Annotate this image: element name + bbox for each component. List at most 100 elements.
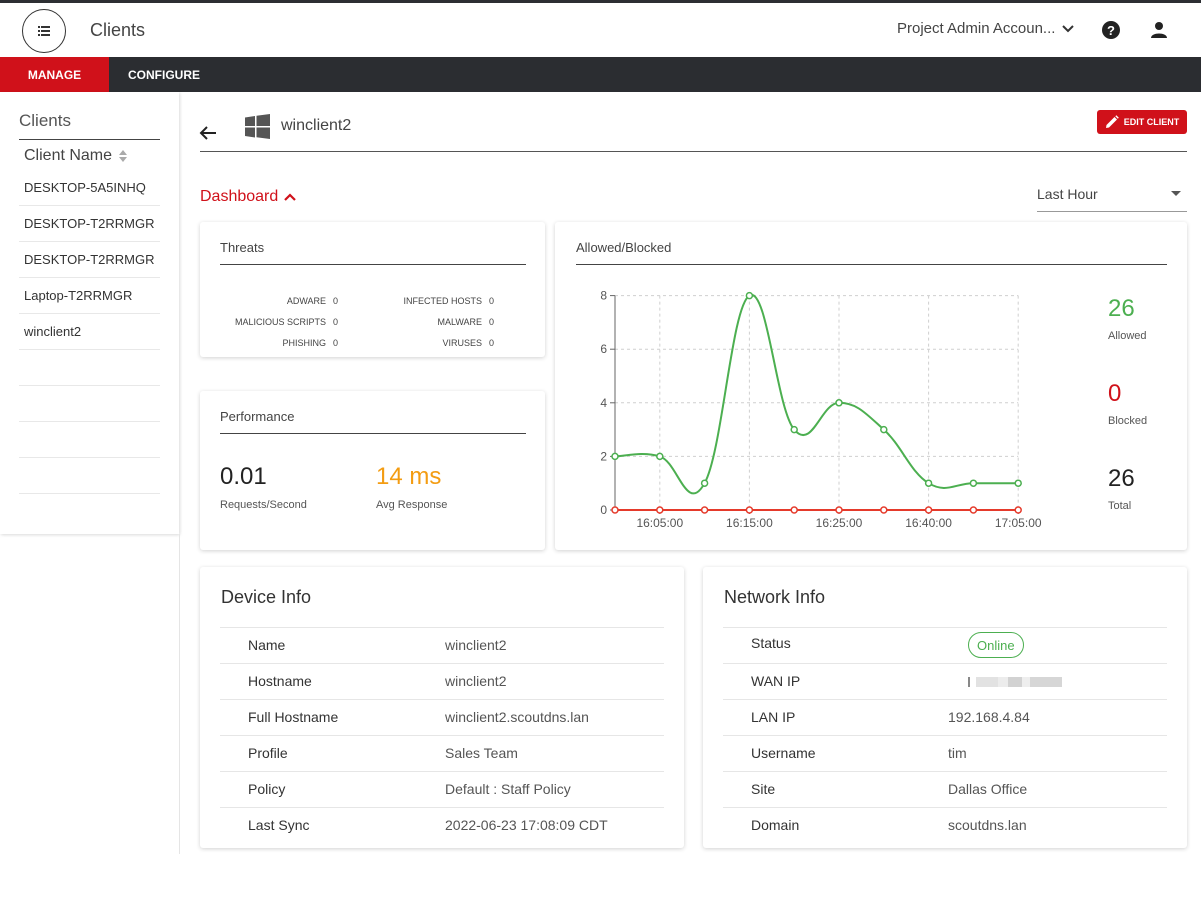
account-name: Project Admin Accoun... [897, 20, 1056, 37]
sidebar-title: Clients [19, 111, 71, 130]
network-info-title: Network Info [724, 587, 826, 607]
threat-label-malicious-scripts: MALICIOUS SCRIPTS [234, 317, 326, 327]
device-info-value: winclient2 [445, 637, 507, 653]
data-point [790, 425, 798, 434]
help-button[interactable]: ? [1100, 19, 1122, 41]
device-info-value: winclient2.scoutdns.lan [445, 709, 589, 725]
client-item-label: DESKTOP-5A5INHQ [24, 180, 146, 195]
back-arrow-icon[interactable] [198, 123, 218, 143]
network-info-key: Status [751, 635, 791, 651]
sort-icon [119, 150, 128, 162]
device-info-card: Device Info Name winclient2 Hostname win… [200, 567, 684, 848]
network-info-key: LAN IP [751, 709, 796, 725]
threat-label-viruses: VIRUSES [442, 338, 482, 348]
data-point [745, 506, 754, 514]
allowed-blocked-card: Allowed/Blocked 0 2 4 6 8 16:05:00 16:15:00 16:… [555, 222, 1187, 550]
network-info-card: Network Info Status Online WAN IP LAN IP… [703, 567, 1187, 848]
tab-configure[interactable]: CONFIGURE [118, 57, 210, 92]
list-item[interactable]: DESKTOP-5A5INHQ [19, 170, 160, 206]
performance-divider [220, 433, 526, 434]
avg-response-label: Avg Response [376, 499, 448, 511]
user-icon [1151, 22, 1167, 38]
threats-title: Threats [220, 240, 265, 255]
redacted-wan-ip [968, 677, 1062, 687]
client-item-label: DESKTOP-T2RRMGR [24, 216, 155, 231]
empty-list-row [19, 458, 160, 494]
threat-label-malware: MALWARE [437, 317, 482, 327]
device-info-key: Policy [248, 781, 286, 797]
tab-manage[interactable]: MANAGE [0, 57, 109, 92]
data-point [835, 506, 843, 514]
list-item[interactable]: DESKTOP-T2RRMGR [19, 206, 160, 242]
dashboard-toggle-label: Dashboard [200, 188, 279, 205]
threat-label-phishing: PHISHING [282, 338, 326, 348]
client-header-divider [200, 151, 1187, 152]
time-range-select[interactable]: Last Hour [1037, 184, 1187, 212]
menu-button[interactable] [22, 9, 66, 53]
top-header: Clients Project Admin Accoun... ? [0, 3, 1201, 57]
threat-label-infected-hosts: INFECTED HOSTS [403, 296, 482, 306]
edit-client-button[interactable]: EDIT CLIENT [1097, 110, 1187, 134]
dashboard-toggle[interactable]: Dashboard [200, 188, 297, 206]
chevron-up-icon [284, 193, 297, 201]
threat-value-phishing: 0 [333, 338, 339, 348]
y-tick-label: 6 [600, 342, 607, 356]
list-item[interactable]: Laptop-T2RRMGR [19, 278, 160, 314]
table-row: Full Hostname winclient2.scoutdns.lan [220, 699, 664, 735]
x-tick-label: 16:25:00 [816, 516, 863, 530]
blocked-count: 0 [1108, 380, 1122, 407]
column-header-label: Client Name [24, 147, 113, 164]
client-item-label[interactable]: Laptop-T2RRMGR [24, 288, 132, 303]
table-row: Name winclient2 [220, 627, 664, 663]
network-info-key: Site [751, 781, 776, 797]
x-tick-label: 17:05:00 [995, 516, 1042, 530]
device-info-value: Sales Team [445, 745, 518, 761]
data-point [969, 506, 978, 514]
table-row: Last Sync 2022-06-23 17:08:09 CDT [220, 807, 664, 843]
table-row: Hostname winclient2 [220, 663, 664, 699]
data-point [745, 291, 754, 300]
threat-value-malicious-scripts: 0 [333, 317, 339, 327]
allowed-count: 26 [1108, 295, 1135, 322]
user-button[interactable] [1148, 19, 1170, 41]
table-row: Domain scoutdns.lan [723, 807, 1167, 843]
table-row: Policy Default : Staff Policy [220, 771, 664, 807]
account-dropdown[interactable]: Project Admin Accoun... [897, 20, 1075, 37]
data-point [835, 399, 843, 407]
data-point [1014, 479, 1022, 487]
blocked-label: Blocked [1108, 415, 1148, 427]
clients-sidebar: Clients Client Name DESKTOP-5A5INHQ DESK… [0, 92, 179, 534]
client-list: DESKTOP-5A5INHQ DESKTOP-T2RRMGR DESKTOP-… [19, 170, 160, 494]
list-item[interactable]: winclient2 [19, 314, 160, 350]
data-point [656, 506, 664, 514]
requests-per-second-value: 0.01 [220, 463, 267, 490]
network-info-value: scoutdns.lan [948, 817, 1027, 833]
threats-divider [220, 264, 526, 265]
sidebar-edge [179, 534, 180, 854]
empty-list-row [19, 350, 160, 386]
series-line [614, 294, 1019, 495]
threats-card: Threats ADWARE 0 MALICIOUS SCRIPTS 0 PHI… [200, 222, 545, 357]
empty-list-row [19, 422, 160, 458]
data-point [700, 479, 709, 487]
device-info-title: Device Info [221, 587, 312, 607]
network-info-key: Username [751, 745, 816, 761]
windows-icon [245, 114, 270, 139]
device-info-value: Default : Staff Policy [445, 781, 571, 797]
main-navbar: MANAGE CONFIGURE [0, 57, 1201, 92]
edit-client-label: EDIT CLIENT [1123, 117, 1180, 127]
pencil-icon [1105, 115, 1119, 128]
client-name-sort-header[interactable]: Client Name [24, 147, 128, 165]
total-count: 26 [1108, 465, 1135, 492]
device-info-value: winclient2 [445, 673, 507, 689]
list-item[interactable]: DESKTOP-T2RRMGR [19, 242, 160, 278]
threat-label-adware: ADWARE [286, 296, 326, 306]
data-point [880, 425, 888, 434]
threat-value-viruses: 0 [489, 338, 495, 348]
sidebar-divider [19, 139, 160, 140]
x-tick-label: 16:40:00 [905, 516, 952, 530]
allowed-label: Allowed [1108, 330, 1147, 342]
x-tick-label: 16:05:00 [636, 516, 683, 530]
client-item-label: winclient2 [24, 324, 82, 339]
help-icon: ? [1102, 21, 1120, 39]
